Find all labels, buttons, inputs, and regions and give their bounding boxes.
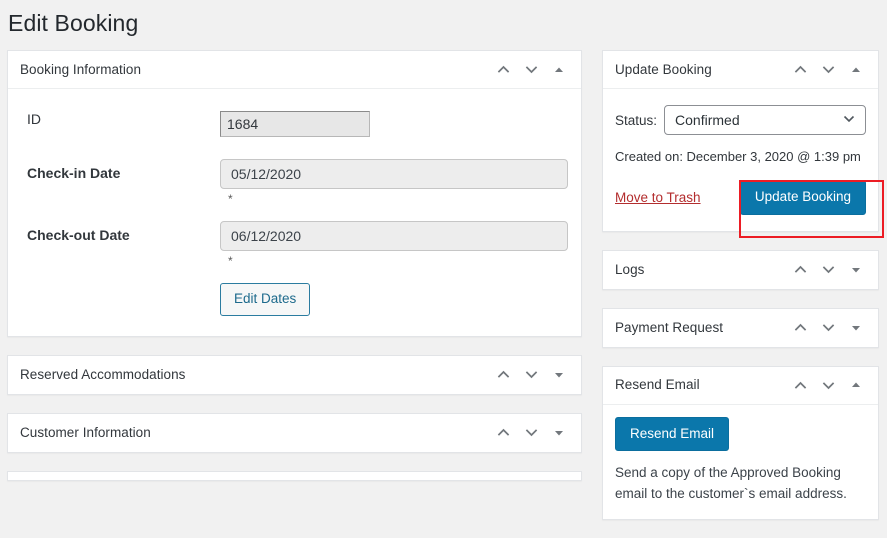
- triangle-down-icon[interactable]: [842, 255, 870, 285]
- panel-header-update-booking[interactable]: Update Booking: [603, 51, 878, 89]
- page-title: Edit Booking: [8, 10, 139, 36]
- panel-header-customer-information[interactable]: Customer Information: [8, 414, 581, 452]
- panel-title: Logs: [615, 261, 645, 277]
- chevron-up-icon[interactable]: [489, 418, 517, 448]
- chevron-down-icon[interactable]: [814, 255, 842, 285]
- chevron-down-icon[interactable]: [517, 360, 545, 390]
- field-row-edit-dates: Edit Dates: [20, 271, 569, 322]
- panel-title: Update Booking: [615, 61, 712, 77]
- panel-handle-actions: [786, 255, 870, 285]
- triangle-down-icon[interactable]: [545, 360, 573, 390]
- resend-email-description: Send a copy of the Approved Booking emai…: [615, 465, 847, 502]
- chevron-up-icon[interactable]: [489, 55, 517, 85]
- status-select-value: Confirmed: [675, 112, 740, 128]
- panel-handle-actions: [786, 313, 870, 343]
- panel-booking-information: Booking Information ID 1684 Check-in Dat…: [7, 50, 582, 337]
- panel-customer-information: Customer Information: [7, 412, 582, 453]
- edit-booking-layout: Booking Information ID 1684 Check-in Dat…: [0, 48, 887, 522]
- triangle-down-icon[interactable]: [545, 418, 573, 448]
- chevron-up-icon[interactable]: [786, 255, 814, 285]
- panel-next-partial: [7, 470, 582, 481]
- status-select[interactable]: Confirmed: [664, 105, 866, 135]
- chevron-down-icon[interactable]: [517, 55, 545, 85]
- chevron-down-icon[interactable]: [814, 370, 842, 400]
- triangle-up-icon[interactable]: [842, 55, 870, 85]
- chevron-up-icon[interactable]: [786, 370, 814, 400]
- chevron-up-icon[interactable]: [786, 55, 814, 85]
- panel-logs: Logs: [602, 249, 879, 290]
- field-row-checkout: Check-out Date *: [20, 209, 569, 271]
- created-on-text: Created on: December 3, 2020 @ 1:39 pm: [615, 149, 861, 164]
- triangle-up-icon[interactable]: [842, 370, 870, 400]
- required-marker: *: [228, 254, 233, 268]
- checkout-date-input[interactable]: [220, 221, 568, 251]
- panel-title: Booking Information: [20, 61, 142, 77]
- spacer-cell: [20, 271, 220, 322]
- booking-id-input[interactable]: [220, 111, 370, 137]
- panel-handle-actions: [489, 418, 573, 448]
- panel-body-resend-email: Resend Email Send a copy of the Approved…: [603, 405, 878, 519]
- checkin-date-input[interactable]: [220, 159, 568, 189]
- resend-email-button[interactable]: Resend Email: [615, 416, 730, 452]
- chevron-up-icon[interactable]: [489, 360, 517, 390]
- chevron-up-icon[interactable]: [786, 313, 814, 343]
- panel-reserved-accommodations: Reserved Accommodations: [7, 354, 582, 395]
- move-to-trash-link[interactable]: Move to Trash: [615, 190, 701, 205]
- panel-header-payment-request[interactable]: Payment Request: [603, 309, 878, 347]
- status-row: Status: Confirmed: [615, 101, 866, 135]
- checkout-date-label: Check-out Date: [27, 227, 130, 243]
- panel-body-update-booking: Status: Confirmed Created on: December 3…: [603, 89, 878, 231]
- booking-information-form: ID Check-in Date * Check-out Date: [20, 101, 569, 322]
- panel-handle-actions: [489, 55, 573, 85]
- panel-update-booking: Update Booking Status: Confirmed Created…: [602, 50, 879, 232]
- panel-handle-actions: [786, 55, 870, 85]
- main-column: Booking Information ID 1684 Check-in Dat…: [7, 50, 582, 481]
- chevron-down-icon[interactable]: [814, 313, 842, 343]
- panel-title: Resend Email: [615, 377, 700, 393]
- panel-header-booking-information[interactable]: Booking Information: [8, 51, 581, 89]
- panel-title: Customer Information: [20, 424, 151, 440]
- panel-resend-email: Resend Email Resend Email Send a copy of…: [602, 365, 879, 521]
- panel-header-reserved-accommodations[interactable]: Reserved Accommodations: [8, 356, 581, 394]
- chevron-down-icon: [841, 111, 857, 130]
- field-row-id: ID: [20, 101, 569, 147]
- edit-dates-button[interactable]: Edit Dates: [220, 283, 311, 316]
- update-booking-button[interactable]: Update Booking: [739, 180, 866, 215]
- submit-row: Move to Trash Update Booking: [615, 166, 866, 217]
- required-marker: *: [228, 192, 233, 206]
- side-column: Update Booking Status: Confirmed Created…: [602, 50, 879, 538]
- panel-payment-request: Payment Request: [602, 307, 879, 348]
- checkin-date-label: Check-in Date: [27, 165, 121, 181]
- triangle-up-icon[interactable]: [545, 55, 573, 85]
- triangle-down-icon[interactable]: [842, 313, 870, 343]
- panel-title: Reserved Accommodations: [20, 366, 186, 382]
- panel-header-logs[interactable]: Logs: [603, 251, 878, 289]
- chevron-down-icon[interactable]: [814, 55, 842, 85]
- field-row-checkin: Check-in Date *: [20, 147, 569, 209]
- panel-title: Payment Request: [615, 319, 724, 335]
- panel-handle-actions: [489, 360, 573, 390]
- id-label: ID: [27, 111, 41, 127]
- status-label: Status:: [615, 112, 658, 128]
- panel-handle-actions: [786, 370, 870, 400]
- chevron-down-icon[interactable]: [517, 418, 545, 448]
- panel-header-resend-email[interactable]: Resend Email: [603, 367, 878, 405]
- panel-body-booking-information: ID Check-in Date * Check-out Date: [8, 89, 581, 336]
